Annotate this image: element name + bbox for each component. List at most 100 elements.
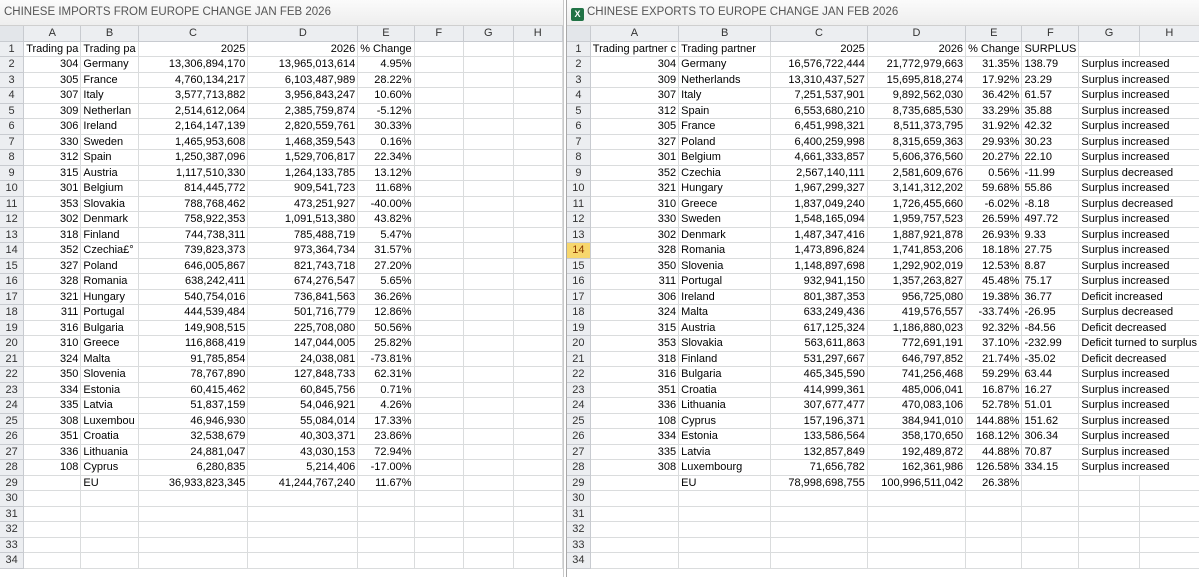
cell[interactable] bbox=[414, 506, 465, 522]
cell[interactable] bbox=[414, 72, 465, 88]
cell[interactable]: 168.12% bbox=[965, 428, 1023, 445]
cell[interactable]: Surplus increased bbox=[1078, 273, 1199, 290]
cell[interactable] bbox=[138, 490, 249, 507]
row-header[interactable]: 17 bbox=[0, 289, 25, 305]
row-header[interactable]: 10 bbox=[0, 180, 25, 197]
cell[interactable] bbox=[513, 428, 563, 445]
cell[interactable] bbox=[414, 134, 465, 150]
cell[interactable]: 638,242,411 bbox=[138, 273, 249, 290]
cell[interactable]: Romania bbox=[678, 242, 772, 259]
column-header[interactable]: C bbox=[138, 26, 249, 42]
cell[interactable]: 5,214,406 bbox=[247, 459, 359, 476]
cell[interactable]: Austria bbox=[80, 165, 139, 181]
cell[interactable] bbox=[414, 56, 465, 73]
cell[interactable]: 2,164,147,139 bbox=[138, 118, 249, 135]
cell[interactable]: 497.72 bbox=[1021, 211, 1080, 228]
cell[interactable]: Surplus increased bbox=[1078, 444, 1199, 460]
row-header[interactable]: 31 bbox=[0, 506, 25, 522]
cell[interactable]: Surplus increased bbox=[1078, 134, 1199, 150]
cell[interactable]: -17.00% bbox=[357, 459, 415, 476]
row-header[interactable]: 4 bbox=[567, 87, 591, 104]
cell[interactable]: 3,956,843,247 bbox=[247, 87, 359, 104]
cell[interactable]: Lithuania bbox=[678, 397, 772, 414]
cell[interactable]: 311 bbox=[590, 273, 680, 290]
cell[interactable]: Spain bbox=[80, 149, 139, 166]
cell[interactable]: 16.87% bbox=[965, 382, 1023, 398]
cell[interactable]: 2,820,559,761 bbox=[247, 118, 359, 135]
row-header[interactable]: 8 bbox=[567, 149, 591, 166]
cell[interactable]: Estonia bbox=[678, 428, 772, 445]
cell[interactable] bbox=[590, 475, 680, 491]
cell[interactable]: 1,967,299,327 bbox=[770, 180, 868, 197]
cell[interactable] bbox=[1078, 490, 1140, 507]
cell[interactable]: 305 bbox=[23, 72, 82, 88]
cell[interactable]: Italy bbox=[80, 87, 139, 104]
cell[interactable]: Surplus increased bbox=[1078, 211, 1199, 228]
cell[interactable]: 4,661,333,857 bbox=[770, 149, 868, 166]
cell[interactable]: 43,030,153 bbox=[247, 444, 359, 460]
cell[interactable]: 4.95% bbox=[357, 56, 415, 73]
cell[interactable] bbox=[678, 537, 772, 553]
row-header[interactable]: 13 bbox=[0, 227, 25, 243]
cell[interactable]: 26.59% bbox=[965, 211, 1023, 228]
row-header[interactable]: 26 bbox=[567, 428, 591, 445]
cell[interactable]: 1,117,510,330 bbox=[138, 165, 249, 181]
cell[interactable]: 470,083,106 bbox=[867, 397, 967, 414]
cell[interactable]: -26.95 bbox=[1021, 304, 1080, 321]
cell[interactable] bbox=[463, 366, 514, 383]
cell[interactable]: Spain bbox=[678, 103, 772, 119]
cell[interactable]: 302 bbox=[23, 211, 82, 228]
cell[interactable]: 304 bbox=[23, 56, 82, 73]
cell[interactable]: 316 bbox=[23, 320, 82, 336]
row-header[interactable]: 32 bbox=[0, 521, 25, 538]
cell[interactable]: 35.88 bbox=[1021, 103, 1080, 119]
cell[interactable]: Trading pa bbox=[23, 41, 82, 57]
cell[interactable]: 531,297,667 bbox=[770, 351, 868, 367]
cell[interactable]: 1,741,853,206 bbox=[867, 242, 967, 259]
column-header[interactable]: A bbox=[23, 26, 82, 42]
cell[interactable]: Slovenia bbox=[80, 366, 139, 383]
cell[interactable] bbox=[463, 103, 514, 119]
cell[interactable]: -40.00% bbox=[357, 196, 415, 212]
cell[interactable]: Hungary bbox=[80, 289, 139, 305]
cell[interactable]: 336 bbox=[590, 397, 680, 414]
cell[interactable] bbox=[414, 258, 465, 274]
column-header[interactable]: A bbox=[590, 26, 680, 42]
cell[interactable] bbox=[23, 521, 82, 538]
cell[interactable] bbox=[513, 258, 563, 274]
cell[interactable] bbox=[590, 521, 680, 538]
cell[interactable] bbox=[463, 196, 514, 212]
row-header[interactable]: 24 bbox=[0, 397, 25, 414]
cell[interactable] bbox=[463, 428, 514, 445]
cell[interactable]: 144.88% bbox=[965, 413, 1023, 429]
cell[interactable]: 801,387,353 bbox=[770, 289, 868, 305]
cell[interactable] bbox=[867, 490, 967, 507]
cell[interactable]: 126.58% bbox=[965, 459, 1023, 476]
cell[interactable]: 2,567,140,111 bbox=[770, 165, 868, 181]
cell[interactable]: 814,445,772 bbox=[138, 180, 249, 197]
cell[interactable]: Romania bbox=[80, 273, 139, 290]
cell[interactable]: % Change bbox=[357, 41, 415, 57]
cell[interactable] bbox=[867, 506, 967, 522]
cell[interactable]: 301 bbox=[23, 180, 82, 197]
cell[interactable]: 11.67% bbox=[357, 475, 415, 491]
row-header[interactable]: 30 bbox=[567, 490, 591, 507]
cell[interactable]: Surplus decreased bbox=[1078, 165, 1199, 181]
cell[interactable] bbox=[1021, 490, 1080, 507]
cell[interactable] bbox=[138, 552, 249, 569]
cell[interactable] bbox=[463, 165, 514, 181]
cell[interactable] bbox=[513, 320, 563, 336]
cell[interactable] bbox=[247, 521, 359, 538]
cell[interactable] bbox=[678, 490, 772, 507]
cell[interactable]: 315 bbox=[23, 165, 82, 181]
cell[interactable]: 27.20% bbox=[357, 258, 415, 274]
cell[interactable]: 617,125,324 bbox=[770, 320, 868, 336]
cell[interactable]: 1,250,387,096 bbox=[138, 149, 249, 166]
column-header[interactable]: D bbox=[247, 26, 359, 42]
cell[interactable]: Czechia£° bbox=[80, 242, 139, 259]
cell[interactable] bbox=[463, 490, 514, 507]
cell[interactable] bbox=[867, 521, 967, 538]
cell[interactable]: 1,292,902,019 bbox=[867, 258, 967, 274]
cell[interactable]: 12.53% bbox=[965, 258, 1023, 274]
cell[interactable]: 306 bbox=[23, 118, 82, 135]
